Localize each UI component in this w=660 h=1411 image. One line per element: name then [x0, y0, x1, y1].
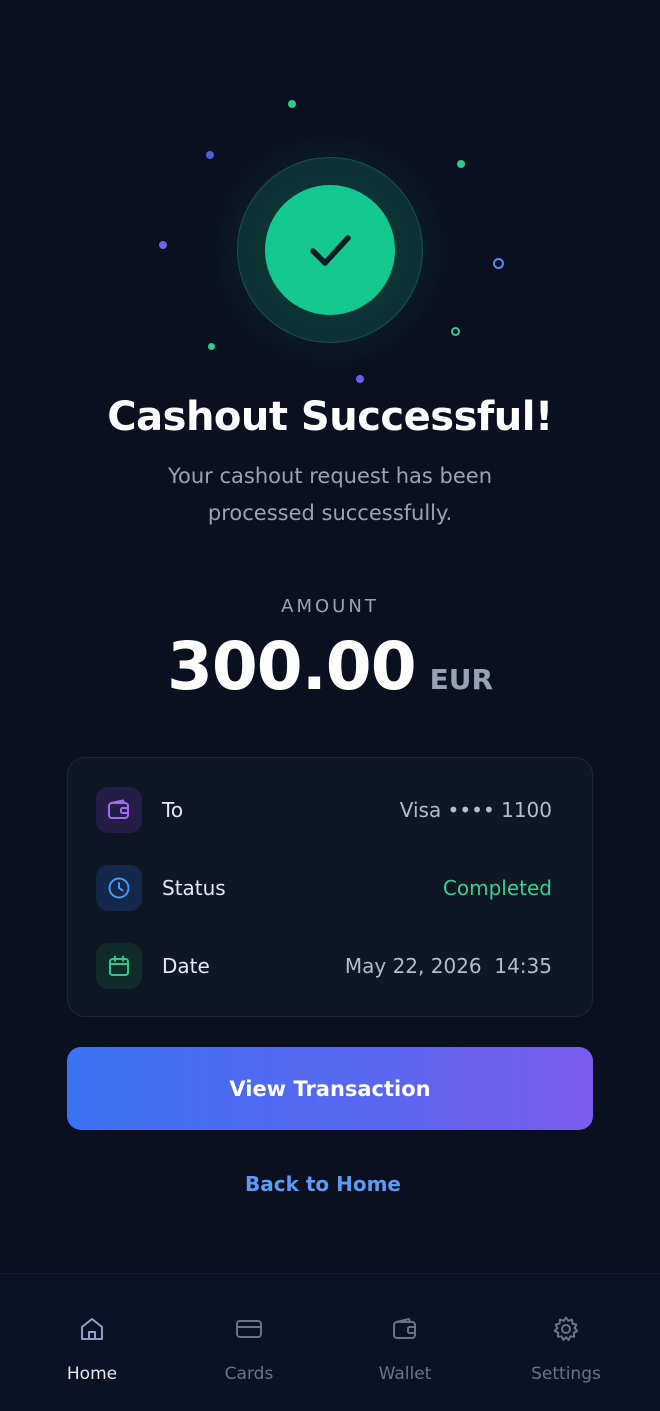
- nav-item-settings[interactable]: Settings: [501, 1274, 631, 1411]
- card-icon: [236, 1320, 262, 1338]
- amount-display: 300.00 EUR: [0, 628, 660, 705]
- confetti-dot: [356, 375, 364, 383]
- nav-label-home: Home: [66, 1364, 118, 1384]
- confetti-dot: [208, 343, 215, 350]
- confetti-dot: [288, 100, 296, 108]
- confetti-dot: [457, 160, 465, 168]
- confetti-ring: [451, 327, 460, 336]
- detail-label-date: Date: [162, 954, 210, 978]
- wallet-icon: [393, 1318, 416, 1339]
- page-subtitle: Your cashout request has been processed …: [167, 464, 492, 525]
- detail-value-date: May 22, 2026 14:35: [344, 954, 552, 978]
- cashout-success-screen: Cashout Successful! Your cashout request…: [0, 0, 660, 1411]
- checkmark-icon: [265, 185, 395, 315]
- detail-row-to: To Visa •••• 1100: [96, 786, 552, 834]
- detail-label-to: To: [162, 798, 184, 822]
- back-to-home-link[interactable]: Back to Home: [0, 1172, 646, 1196]
- page-title: Cashout Successful!: [107, 394, 553, 440]
- nav-label-settings: Settings: [531, 1364, 601, 1384]
- confetti-ring: [493, 258, 504, 269]
- gear-icon: [553, 1316, 579, 1341]
- bottom-navigation: Home Cards Wallet Settings: [0, 1273, 660, 1411]
- detail-row-status: Status Completed: [96, 864, 552, 912]
- nav-item-home[interactable]: Home: [27, 1274, 157, 1411]
- clock-icon: [96, 865, 142, 911]
- nav-label-cards: Cards: [224, 1364, 274, 1384]
- transaction-details-card: To Visa •••• 1100 Status Completed Date …: [67, 757, 593, 1017]
- confetti-dot: [159, 241, 167, 249]
- wallet-icon: [96, 787, 142, 833]
- detail-value-to: Visa •••• 1100: [399, 798, 552, 822]
- nav-item-wallet[interactable]: Wallet: [340, 1274, 470, 1411]
- nav-item-cards[interactable]: Cards: [184, 1274, 314, 1411]
- detail-value-status: Completed: [442, 876, 552, 900]
- home-icon: [81, 1318, 103, 1340]
- amount-value: 300.00: [166, 628, 417, 705]
- confetti-dot: [206, 151, 214, 159]
- detail-row-date: Date May 22, 2026 14:35: [96, 942, 552, 990]
- calendar-icon: [96, 943, 142, 989]
- amount-currency: EUR: [429, 663, 494, 696]
- amount-label: AMOUNT: [281, 596, 379, 617]
- detail-label-status: Status: [162, 876, 226, 900]
- success-illustration: [0, 0, 660, 400]
- nav-label-wallet: Wallet: [378, 1364, 432, 1384]
- view-transaction-button[interactable]: View Transaction: [67, 1047, 593, 1130]
